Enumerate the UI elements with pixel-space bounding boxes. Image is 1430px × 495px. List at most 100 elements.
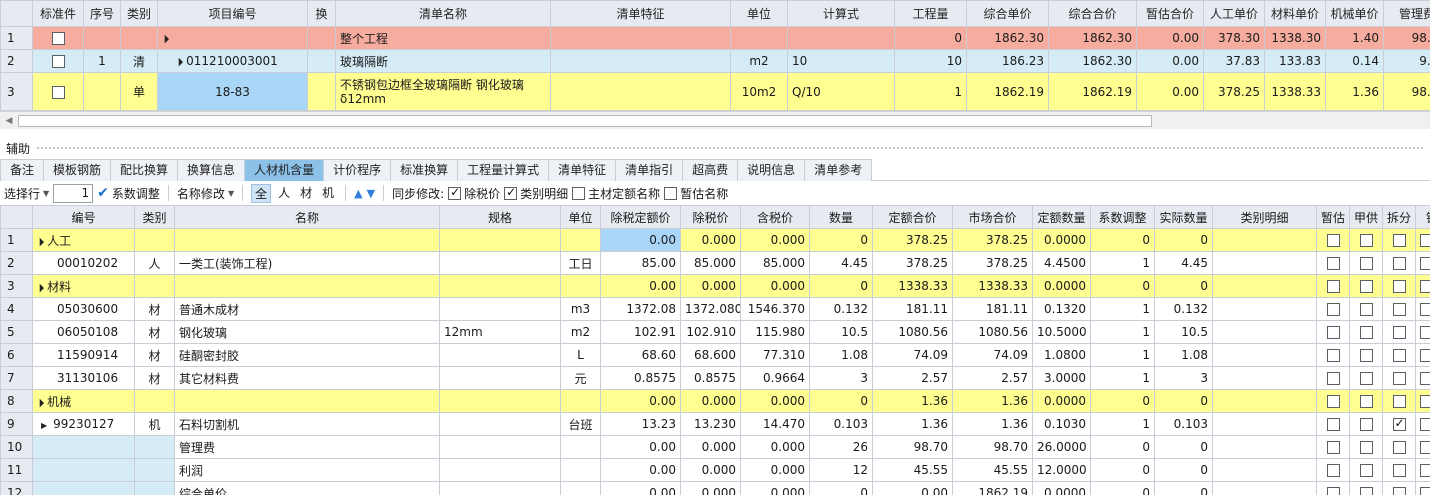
table-row[interactable]: 3 单 18-83 不锈钢包边框全玻璃隔断 钢化玻璃δ12mm 10m2 Q/1…: [0, 72, 1430, 111]
price-ex-tax-cell[interactable]: 85.000: [680, 251, 741, 275]
tab-quantity-formula[interactable]: 工程量计算式: [457, 159, 550, 181]
tab-conversion-info[interactable]: 换算信息: [177, 159, 246, 181]
coef-adjust-cell[interactable]: 1: [1090, 412, 1155, 436]
quantity-cell[interactable]: 0: [894, 26, 967, 50]
code-cell[interactable]: [32, 481, 135, 495]
spec-cell[interactable]: [439, 435, 561, 459]
price-inc-tax-cell[interactable]: 0.9664: [740, 366, 810, 390]
bill-name-cell[interactable]: 玻璃隔断: [335, 49, 551, 73]
code-cell[interactable]: [32, 458, 135, 482]
lock-checkbox[interactable]: [1420, 395, 1430, 408]
table-row[interactable]: 2 00010202 人一类工(装饰工程) 工日 85.00 85.000 85.000 4.…: [0, 251, 1430, 275]
market-total-cell[interactable]: 1.36: [952, 389, 1033, 413]
col-actual-qty[interactable]: 实际数量: [1154, 205, 1213, 229]
col-total-price[interactable]: 综合合价: [1048, 0, 1137, 27]
price-inc-tax-cell[interactable]: 0.000: [740, 228, 810, 252]
actual-qty-cell[interactable]: 1.08: [1154, 343, 1213, 367]
quota-qty-cell[interactable]: 10.5000: [1032, 320, 1091, 344]
market-total-cell[interactable]: 74.09: [952, 343, 1033, 367]
coef-adjust-cell[interactable]: 0: [1090, 481, 1155, 495]
quota-qty-cell[interactable]: 12.0000: [1032, 458, 1091, 482]
lock-checkbox[interactable]: [1420, 441, 1430, 454]
quantity-cell[interactable]: 1.08: [809, 343, 873, 367]
estimate-checkbox[interactable]: [1326, 372, 1340, 385]
name-cell[interactable]: 其它材料费: [174, 366, 440, 390]
market-total-cell[interactable]: 1338.33: [952, 274, 1033, 298]
col-unit-price[interactable]: 综合单价: [966, 0, 1049, 27]
unit-cell[interactable]: [560, 458, 601, 482]
coef-adjust-cell[interactable]: 0: [1090, 389, 1155, 413]
collapse-icon[interactable]: [37, 395, 47, 409]
quantity-cell[interactable]: 1: [894, 72, 967, 111]
row-number-input[interactable]: 1: [53, 183, 94, 203]
col-code[interactable]: 编号: [32, 205, 135, 229]
table-row[interactable]: 11 利润 0.00 0.000 0.000 12 45.55 45.55 12.0000 0 0: [0, 458, 1430, 482]
split-checkbox[interactable]: [1392, 303, 1406, 316]
market-total-cell[interactable]: 1862.19: [952, 481, 1033, 495]
name-cell[interactable]: 管理费: [174, 435, 440, 459]
category-detail-cell[interactable]: [1212, 389, 1317, 413]
quantity-cell[interactable]: 4.45: [809, 251, 873, 275]
quota-total-cell[interactable]: 0.00: [872, 481, 953, 495]
unit-cell[interactable]: m2: [730, 49, 788, 73]
coef-adjust-cell[interactable]: 1: [1090, 251, 1155, 275]
spec-cell[interactable]: [439, 251, 561, 275]
quota-qty-cell[interactable]: 0.0000: [1032, 389, 1091, 413]
estimate-checkbox[interactable]: [1326, 349, 1340, 362]
price-inc-tax-cell[interactable]: 14.470: [740, 412, 810, 436]
quota-qty-cell[interactable]: 0.1320: [1032, 297, 1091, 321]
tab-bill-guide[interactable]: 清单指引: [615, 159, 684, 181]
sync-main-material-name-checkbox[interactable]: 主材定额名称: [572, 185, 660, 202]
unit-cell[interactable]: m3: [560, 297, 601, 321]
standard-checkbox[interactable]: [51, 32, 65, 45]
actual-qty-cell[interactable]: 0.132: [1154, 297, 1213, 321]
spec-cell[interactable]: [439, 274, 561, 298]
col-split[interactable]: 拆分: [1382, 205, 1416, 229]
sync-estimate-name-checkbox[interactable]: 暂估名称: [664, 185, 728, 202]
quota-qty-cell[interactable]: 26.0000: [1032, 435, 1091, 459]
split-checkbox[interactable]: [1392, 280, 1406, 293]
unit-cell[interactable]: 台班: [560, 412, 601, 436]
code-cell[interactable]: 31130106: [32, 366, 135, 390]
coef-adjust-button[interactable]: ✔ 系数调整: [97, 185, 160, 202]
price-inc-tax-cell[interactable]: 0.000: [740, 435, 810, 459]
tab-bill-feature[interactable]: 清单特征: [548, 159, 617, 181]
owner-supply-checkbox[interactable]: [1359, 280, 1373, 293]
name-cell[interactable]: 利润: [174, 458, 440, 482]
filter-labor[interactable]: 人: [275, 184, 293, 203]
col-unit[interactable]: 单位: [560, 205, 601, 229]
quota-price-cell[interactable]: 102.91: [600, 320, 681, 344]
split-checkbox[interactable]: [1392, 416, 1406, 431]
coef-adjust-cell[interactable]: 0: [1090, 458, 1155, 482]
lock-checkbox[interactable]: [1420, 303, 1430, 316]
coef-adjust-cell[interactable]: 0: [1090, 274, 1155, 298]
estimate-checkbox[interactable]: [1326, 395, 1340, 408]
market-total-cell[interactable]: 378.25: [952, 228, 1033, 252]
spec-cell[interactable]: [439, 389, 561, 413]
estimate-checkbox[interactable]: [1326, 234, 1340, 247]
quantity-cell[interactable]: 0: [809, 274, 873, 298]
col-quantity[interactable]: 数量: [809, 205, 873, 229]
category-detail-cell[interactable]: [1212, 458, 1317, 482]
scrollbar-thumb[interactable]: [18, 115, 1152, 127]
spec-cell[interactable]: 12mm: [439, 320, 561, 344]
table-row[interactable]: 7 31130106 材其它材料费元 0.8575 0.8575 0.9664 3 2.57 2…: [0, 366, 1430, 390]
col-quota-price-ex-tax[interactable]: 除税定额价: [600, 205, 681, 229]
owner-supply-checkbox[interactable]: [1359, 234, 1373, 247]
coef-adjust-cell[interactable]: 0: [1090, 435, 1155, 459]
name-cell[interactable]: 硅酮密封胶: [174, 343, 440, 367]
quota-price-cell[interactable]: 0.00: [600, 389, 681, 413]
collapse-icon[interactable]: [37, 280, 47, 294]
price-ex-tax-cell[interactable]: 13.230: [680, 412, 741, 436]
lock-checkbox[interactable]: [1420, 418, 1430, 431]
quota-total-cell[interactable]: 98.70: [872, 435, 953, 459]
price-ex-tax-cell[interactable]: 0.000: [680, 274, 741, 298]
quantity-cell[interactable]: 0: [809, 389, 873, 413]
coef-adjust-cell[interactable]: 1: [1090, 343, 1155, 367]
quantity-cell[interactable]: 0: [809, 481, 873, 495]
code-cell[interactable]: [32, 435, 135, 459]
quota-total-cell[interactable]: 1.36: [872, 389, 953, 413]
name-cell[interactable]: 综合单价: [174, 481, 440, 495]
split-checkbox[interactable]: [1392, 441, 1406, 454]
category-detail-cell[interactable]: [1212, 320, 1317, 344]
